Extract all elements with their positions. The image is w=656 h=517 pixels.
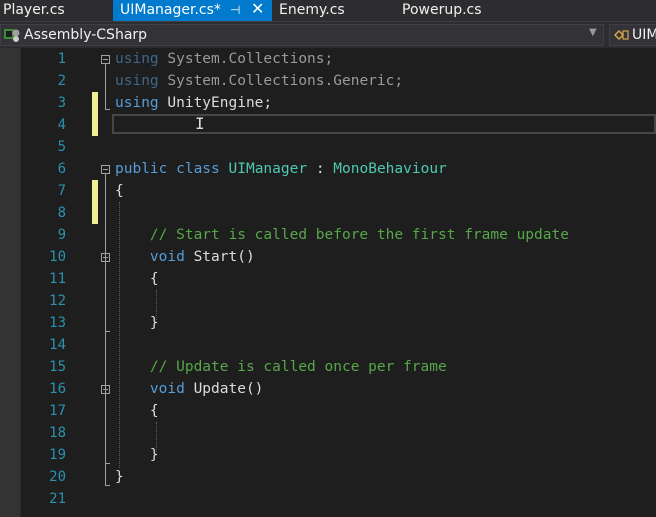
line-number: 8: [57, 205, 66, 221]
punctuation-token: :: [307, 161, 334, 177]
namespace-token: System.Collections;: [158, 51, 334, 67]
brace-token: }: [115, 469, 124, 485]
project-label: Assembly-CSharp: [24, 27, 148, 43]
brace-token: }: [115, 447, 159, 463]
tab-uimanager-cs[interactable]: UIManager.cs* ⊣ ✕: [113, 0, 272, 21]
code-line: {: [0, 180, 656, 202]
class-name-token: UIManager: [219, 161, 308, 177]
keyword-token: public: [115, 161, 168, 177]
line-number: 14: [49, 337, 66, 353]
type-scope-label: UIM: [632, 27, 656, 43]
tab-label: Enemy.cs: [279, 2, 345, 18]
tab-player-cs[interactable]: Player.cs: [0, 0, 113, 21]
code-line: {: [0, 268, 656, 290]
line-number: 21: [49, 491, 66, 507]
namespace-token: System.Collections.Generic;: [158, 73, 404, 89]
code-line: using System.Collections.Generic;: [0, 70, 656, 92]
comment-token: // Start is called before the first fram…: [115, 227, 569, 243]
keyword-token: class: [167, 161, 220, 177]
code-line: using UnityEngine;: [0, 92, 656, 114]
code-editor[interactable]: I 1 2 3 4 5 6 7 8 9 10 11 12 13 14 15 16…: [0, 48, 656, 517]
csharp-project-icon: [4, 29, 20, 42]
line-number: 12: [49, 293, 66, 309]
code-line: using System.Collections;: [0, 48, 656, 70]
line-number: 4: [57, 117, 66, 133]
base-class-token: MonoBehaviour: [333, 161, 447, 177]
tab-label: UIManager.cs*: [120, 2, 221, 18]
code-line: // Start is called before the first fram…: [0, 224, 656, 246]
keyword-token: using: [115, 95, 159, 111]
project-dropdown[interactable]: Assembly-CSharp ▼: [0, 24, 604, 46]
code-line: // Update is called once per frame: [0, 356, 656, 378]
keyword-token: using: [115, 73, 159, 89]
punctuation-token: (): [245, 381, 264, 397]
code-line: }: [0, 444, 656, 466]
code-line: public class UIManager : MonoBehaviour: [0, 158, 656, 180]
brace-token: }: [115, 315, 159, 331]
navigation-bar: Assembly-CSharp ▼ UIM: [0, 21, 656, 48]
tab-enemy-cs[interactable]: Enemy.cs: [272, 0, 395, 21]
comment-token: // Update is called once per frame: [115, 359, 447, 375]
class-icon: [613, 29, 629, 41]
namespace-token: UnityEngine;: [158, 95, 273, 111]
chevron-down-icon[interactable]: ▼: [589, 27, 597, 38]
code-line: }: [0, 312, 656, 334]
tab-label: Powerup.cs: [402, 2, 482, 18]
pin-icon[interactable]: ⊣: [230, 0, 240, 20]
document-tab-strip: Player.cs UIManager.cs* ⊣ ✕ Enemy.cs Pow…: [0, 0, 656, 21]
keyword-token: void: [149, 249, 185, 265]
line-number: 5: [57, 139, 66, 155]
brace-token: {: [115, 271, 159, 287]
keyword-token: void: [149, 381, 185, 397]
line-number: 18: [49, 425, 66, 441]
close-icon[interactable]: ✕: [251, 0, 264, 19]
keyword-token: using: [115, 51, 159, 67]
tab-powerup-cs[interactable]: Powerup.cs: [395, 0, 515, 21]
code-line: void Start(): [0, 246, 656, 268]
brace-token: {: [115, 183, 124, 199]
punctuation-token: (): [237, 249, 255, 265]
type-scope-dropdown[interactable]: UIM: [609, 24, 656, 46]
tab-label: Player.cs: [3, 2, 65, 18]
code-line: {: [0, 400, 656, 422]
method-name-token: Update: [184, 381, 246, 397]
code-line: }: [0, 466, 656, 488]
code-line: void Update(): [0, 378, 656, 400]
method-name-token: Start: [184, 249, 238, 265]
brace-token: {: [115, 403, 159, 419]
